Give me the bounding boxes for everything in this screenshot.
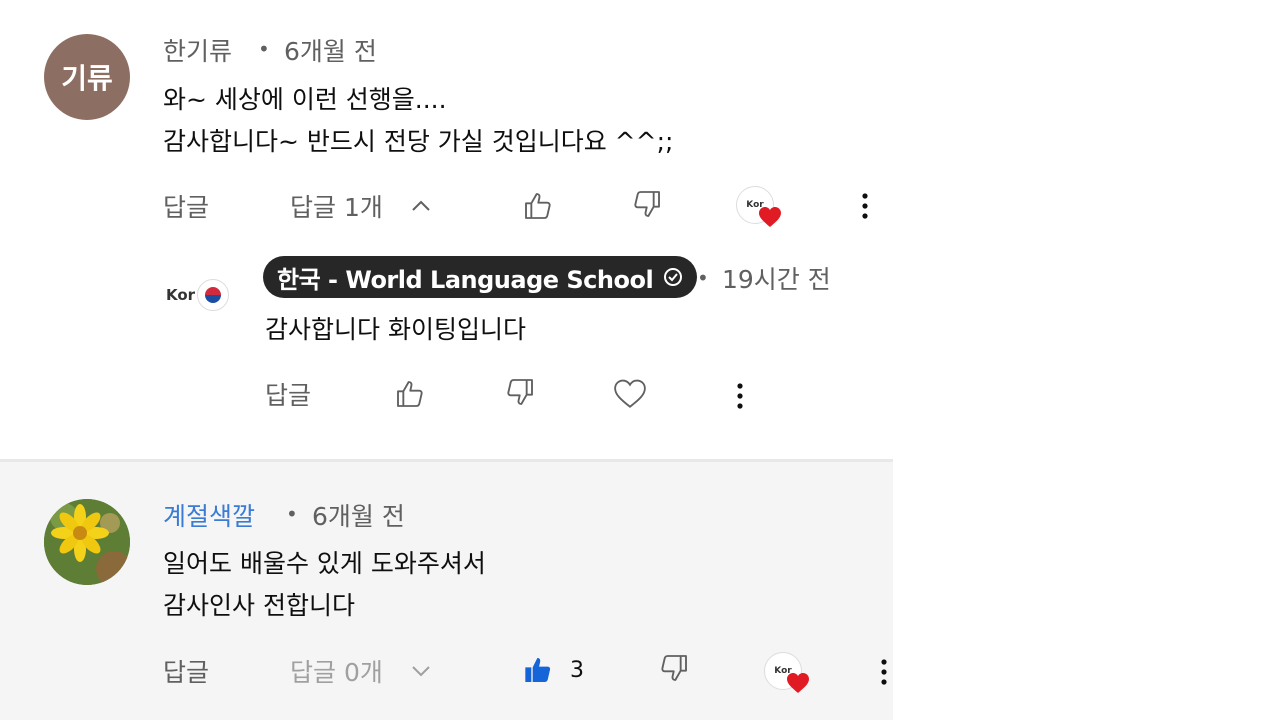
reply-button[interactable]: 답글 xyxy=(163,188,209,224)
separator-dot: • xyxy=(697,266,709,290)
separator-dot: • xyxy=(286,502,298,526)
more-options-icon[interactable] xyxy=(725,376,755,416)
heart-icon xyxy=(758,206,782,232)
avatar-initials: 기류 xyxy=(61,62,113,95)
view-replies-toggle[interactable]: 답글 0개 xyxy=(290,653,433,689)
dislike-button[interactable] xyxy=(654,650,694,690)
view-replies-toggle[interactable]: 답글 1개 xyxy=(290,188,433,224)
heart-outline-icon xyxy=(613,378,647,414)
chevron-up-icon xyxy=(409,194,433,218)
reply-author: 한국 - World Language School xyxy=(277,265,654,294)
highlighted-comment-background xyxy=(0,462,893,720)
reply-button[interactable]: 답글 xyxy=(163,653,209,689)
view-replies-label: 답글 0개 xyxy=(290,658,383,687)
reply-text: 감사합니다 화이팅입니다 xyxy=(265,315,526,344)
like-count: 3 xyxy=(570,658,584,683)
comment-author[interactable]: 계절색깔 xyxy=(163,497,255,533)
more-options-icon[interactable] xyxy=(850,186,880,226)
avatar[interactable]: Kor xyxy=(166,270,230,320)
heart-icon xyxy=(786,672,810,698)
thumbs-down-icon xyxy=(504,376,536,412)
comment-text-line-2: 감사인사 전합니다 xyxy=(163,591,355,620)
flower-photo xyxy=(44,499,130,585)
heart-button[interactable] xyxy=(608,374,652,418)
korea-flag-icon xyxy=(197,279,230,311)
view-replies-label: 답글 1개 xyxy=(290,193,383,222)
dislike-button[interactable] xyxy=(627,186,667,226)
check-circle-icon xyxy=(663,267,683,287)
like-button[interactable] xyxy=(518,188,558,228)
channel-owner-badge[interactable]: 한국 - World Language School xyxy=(263,256,698,298)
thumbs-up-icon xyxy=(522,190,554,226)
comment-text-line-2: 감사합니다~ 반드시 전당 가실 것입니다요 ^^;; xyxy=(163,127,674,156)
comment-timestamp[interactable]: 6개월 전 xyxy=(312,497,405,533)
thumbs-up-filled-icon xyxy=(522,654,554,690)
dislike-button[interactable] xyxy=(500,374,540,414)
thumbs-down-icon xyxy=(631,188,663,224)
thumbs-up-icon xyxy=(394,378,426,414)
comment-text-line-1: 와~ 세상에 이런 선행을.... xyxy=(163,85,447,114)
thumbs-down-icon xyxy=(658,652,690,688)
comments-panel: 기류 한기류 • 6개월 전 와~ 세상에 이런 선행을.... 감사합니다~ … xyxy=(0,0,893,720)
comment-timestamp[interactable]: 6개월 전 xyxy=(284,32,377,68)
like-button[interactable] xyxy=(518,652,558,692)
comment-author[interactable]: 한기류 xyxy=(163,32,232,68)
creator-heart[interactable]: Kor xyxy=(764,652,812,696)
like-button[interactable] xyxy=(390,376,430,416)
avatar[interactable] xyxy=(44,499,130,585)
channel-logo-text: Kor xyxy=(166,286,196,304)
chevron-down-icon xyxy=(409,659,433,683)
reply-button[interactable]: 답글 xyxy=(265,376,311,412)
separator-dot: • xyxy=(258,37,270,61)
more-options-icon[interactable] xyxy=(880,652,893,692)
creator-heart[interactable]: Kor xyxy=(736,186,784,230)
avatar[interactable]: 기류 xyxy=(44,34,130,120)
reply-timestamp[interactable]: 19시간 전 xyxy=(722,260,831,296)
comment-text-line-1: 일어도 배울수 있게 도와주셔서 xyxy=(163,549,486,578)
